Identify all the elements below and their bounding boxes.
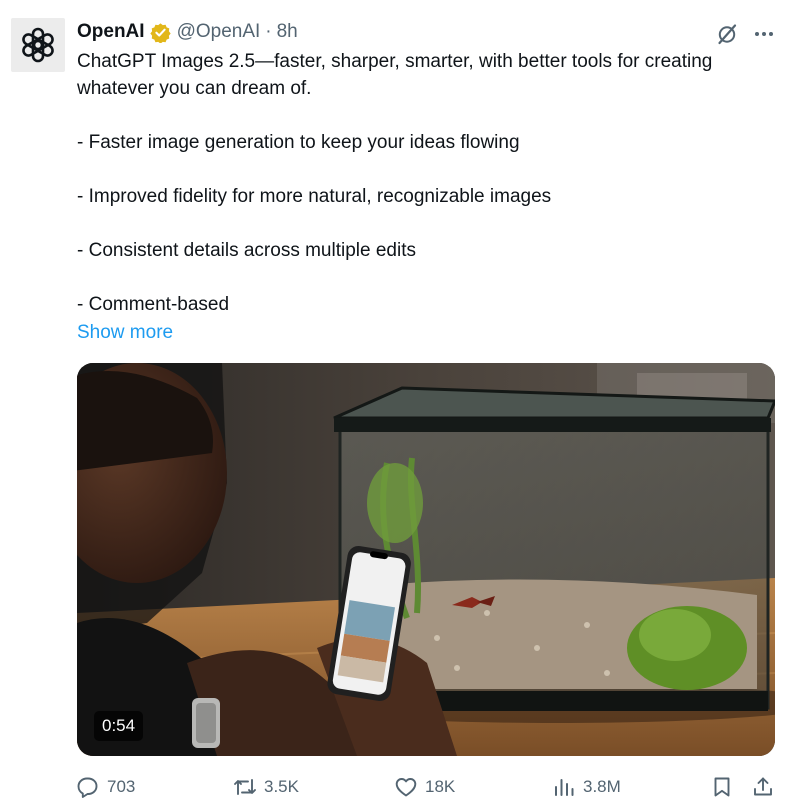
tweet: OpenAI @OpenAI · 8h ChatGPT Images 2.5—f…	[0, 0, 804, 801]
tweet-header: OpenAI @OpenAI · 8h	[77, 20, 298, 44]
tweet-text: ChatGPT Images 2.5—faster, sharper, smar…	[77, 48, 792, 318]
reply-button[interactable]: 703	[76, 774, 135, 800]
video-player[interactable]: 0:54	[77, 363, 775, 756]
handle[interactable]: @OpenAI	[177, 20, 261, 44]
reply-icon	[77, 777, 98, 798]
view-count: 3.8M	[583, 777, 621, 796]
avatar[interactable]	[11, 18, 65, 72]
share-icon	[754, 777, 772, 796]
views-button[interactable]: 3.8M	[552, 774, 621, 800]
tweet-actions: 703 3.5K 18K 3.8M	[0, 771, 804, 801]
video-thumbnail	[77, 363, 775, 756]
bookmark-icon	[714, 777, 730, 797]
tweet-line: - Consistent details across multiple edi…	[77, 240, 416, 261]
timestamp[interactable]: 8h	[277, 20, 298, 44]
separator-dot: ·	[265, 21, 272, 42]
reply-count: 703	[107, 777, 136, 796]
more-options-icon[interactable]	[752, 22, 776, 46]
views-chart-icon	[555, 779, 574, 796]
repost-icon	[234, 779, 256, 795]
heart-icon	[395, 778, 417, 797]
like-button[interactable]: 18K	[394, 774, 455, 800]
openai-logo-icon	[22, 27, 54, 63]
repost-count: 3.5K	[264, 777, 299, 796]
bookmark-button[interactable]	[710, 774, 734, 800]
grok-icon[interactable]	[715, 22, 739, 46]
share-button[interactable]	[751, 774, 775, 800]
video-duration-badge: 0:54	[94, 711, 144, 741]
like-count: 18K	[425, 777, 456, 796]
verified-badge-icon[interactable]	[149, 22, 171, 43]
tweet-line: ChatGPT Images 2.5—faster, sharper, smar…	[77, 51, 713, 99]
tweet-line: - Improved fidelity for more natural, re…	[77, 186, 552, 207]
tweet-line: - Comment-based	[77, 294, 230, 315]
display-name[interactable]: OpenAI	[77, 20, 145, 44]
show-more-link[interactable]: Show more	[77, 319, 173, 346]
repost-button[interactable]: 3.5K	[233, 774, 299, 800]
tweet-line: - Faster image generation to keep your i…	[77, 132, 520, 153]
